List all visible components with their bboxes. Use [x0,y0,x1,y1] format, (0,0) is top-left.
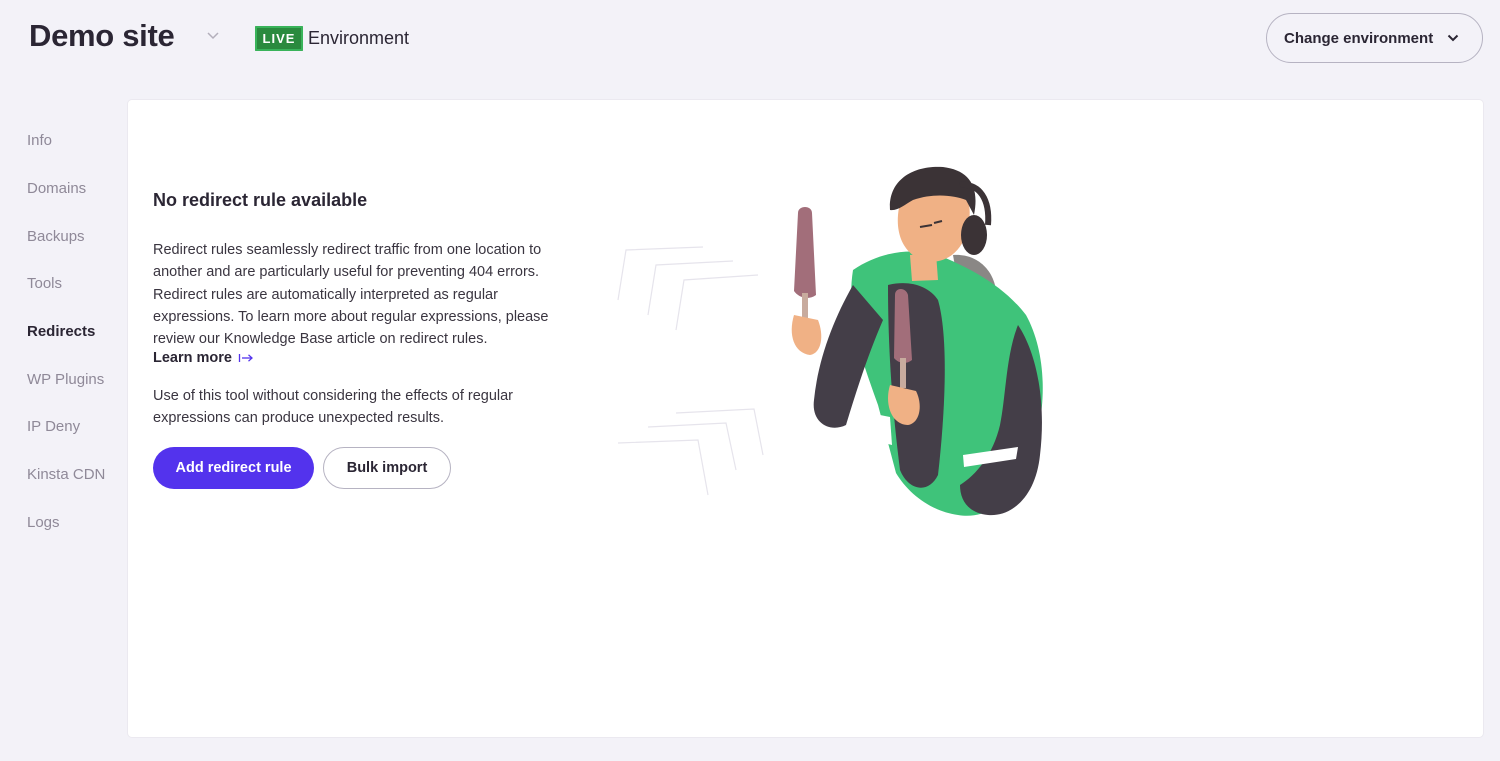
learn-more-link[interactable]: Learn more [153,350,254,366]
regex-warning: Use of this tool without considering the… [153,388,514,427]
change-environment-button[interactable]: Change environment [1266,13,1483,63]
sidebar-item-tools[interactable]: Tools [27,275,62,292]
redirects-panel: No redirect rule available Redirect rule… [128,100,1483,737]
sidebar-item-ip-deny[interactable]: IP Deny [27,418,80,435]
sidebar-item-redirects[interactable]: Redirects [27,323,95,340]
sidebar-item-domains[interactable]: Domains [27,180,86,197]
sidebar-item-wp-plugins[interactable]: WP Plugins [27,371,104,388]
live-badge: LIVE [255,25,303,51]
change-environment-label: Change environment [1284,29,1434,47]
sidebar-item-backups[interactable]: Backups [27,228,85,245]
sidebar-item-kinsta-cdn[interactable]: Kinsta CDN [27,466,105,483]
site-title[interactable]: Demo site [29,18,175,54]
empty-state-description: Redirect rules seamlessly redirect traff… [153,242,549,348]
environment-label: Environment [308,27,410,48]
environment-indicator: LIVE Environment [255,25,409,51]
learn-more-label: Learn more [153,350,232,366]
chevron-down-icon[interactable] [206,31,220,41]
sidebar-item-logs[interactable]: Logs [27,514,60,531]
person-figure [791,166,1043,516]
arrow-right-icon [238,354,253,362]
add-redirect-rule-button[interactable]: Add redirect rule [153,447,314,489]
bulk-import-button[interactable]: Bulk import [323,447,451,489]
chevron-down-icon [1447,34,1459,42]
empty-state-illustration [617,166,1043,516]
empty-state-title: No redirect rule available [153,190,368,210]
sidebar-item-info[interactable]: Info [27,132,52,149]
motion-lines [617,246,764,496]
